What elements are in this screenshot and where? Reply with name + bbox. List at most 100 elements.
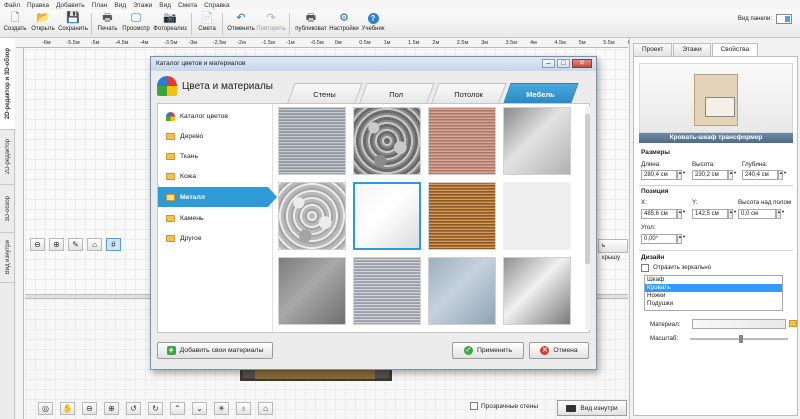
category-fabric[interactable]: Ткань bbox=[158, 146, 273, 166]
tab-floors[interactable]: Этажи bbox=[673, 43, 711, 56]
angle-spinner[interactable]: ▲▼ bbox=[677, 234, 686, 244]
rotate-left-icon[interactable]: ↺ bbox=[126, 402, 141, 415]
material-tile-polished-steel[interactable] bbox=[503, 107, 571, 175]
part-item-selected[interactable]: Кровать bbox=[645, 284, 782, 292]
depth-field[interactable]: 240,4 см bbox=[742, 170, 778, 180]
inside-view-button[interactable]: Вид изнутри bbox=[557, 400, 627, 416]
category-stone[interactable]: Камень bbox=[158, 208, 273, 228]
mirror-checkbox[interactable] bbox=[641, 264, 649, 272]
add-materials-button[interactable]: + Добавить свои материалы bbox=[157, 342, 273, 359]
y-field[interactable]: 142,5 см bbox=[692, 209, 728, 219]
transparent-walls-option[interactable]: Прозрачные стены bbox=[470, 402, 538, 410]
undo-button[interactable]: ↶ Отменить bbox=[226, 10, 256, 37]
estimate-button[interactable]: 📄 Смета bbox=[195, 10, 219, 37]
menu-add[interactable]: Добавить bbox=[56, 2, 85, 9]
help-button[interactable]: ? Учебник bbox=[359, 10, 387, 37]
material-swatch[interactable] bbox=[692, 319, 786, 329]
menu-floors[interactable]: Этажи bbox=[133, 2, 152, 9]
tab-project[interactable]: Проект bbox=[633, 43, 673, 56]
part-list[interactable]: Шкаф Кровать Ножки Подушки bbox=[644, 275, 783, 311]
material-tile-hammered-metal[interactable] bbox=[353, 107, 421, 175]
lamp-icon[interactable]: ♁ bbox=[236, 402, 251, 415]
tilt-up-icon[interactable]: ⌃ bbox=[170, 402, 185, 415]
tab-properties[interactable]: Свойства bbox=[711, 43, 759, 57]
floor-height-spinner[interactable]: ▲▼ bbox=[776, 209, 785, 219]
light-bulb-icon[interactable]: ☀ bbox=[214, 402, 229, 415]
preview-button[interactable]: 🖵 Просмотр bbox=[120, 10, 152, 37]
grid-toggle-button[interactable]: # bbox=[106, 238, 121, 251]
length-field[interactable]: 280,4 см bbox=[641, 170, 677, 180]
material-tile-bronze[interactable] bbox=[428, 182, 496, 250]
menu-view[interactable]: Вид bbox=[114, 2, 126, 9]
zoom-out-3d-button[interactable]: ⊖ bbox=[82, 402, 97, 415]
material-tile-blue-steel[interactable] bbox=[428, 257, 496, 325]
category-leather[interactable]: Кожа bbox=[158, 166, 273, 186]
category-wood[interactable]: Дерево bbox=[158, 126, 273, 146]
ruler-tool-button[interactable]: ✎ bbox=[68, 238, 83, 251]
close-button[interactable]: ✕ bbox=[572, 59, 592, 68]
publish-button[interactable]: 🖶 публиковат bbox=[293, 10, 329, 37]
tab-2d-editor[interactable]: 2D-редактор bbox=[0, 130, 15, 185]
part-item[interactable]: Ножки bbox=[645, 292, 782, 300]
category-color-catalog[interactable]: Каталог цветов bbox=[158, 106, 273, 126]
print-button[interactable]: 🖶 Печать bbox=[95, 10, 120, 37]
tiles-scrollbar[interactable] bbox=[585, 106, 590, 330]
open-button[interactable]: 📂 Открыть bbox=[28, 10, 58, 37]
menu-file[interactable]: Файл bbox=[4, 2, 20, 9]
material-tile-mirror-steel[interactable] bbox=[503, 257, 571, 325]
material-tile-satin-silver[interactable] bbox=[353, 257, 421, 325]
category-metal[interactable]: Металл bbox=[158, 187, 277, 207]
scale-slider-thumb[interactable] bbox=[739, 335, 743, 343]
tab-2d-3d[interactable]: 2D-редактор и 3D-обзор bbox=[0, 38, 15, 130]
hand-icon[interactable]: ✋ bbox=[60, 402, 75, 415]
roof-button[interactable]: ь крышу bbox=[598, 239, 628, 261]
menu-view-2[interactable]: Вид bbox=[159, 2, 171, 9]
cancel-button[interactable]: ✕ Отмена bbox=[529, 342, 589, 359]
create-button[interactable]: 🗋 Создать bbox=[2, 10, 28, 37]
category-other[interactable]: Другое bbox=[158, 228, 273, 248]
tab-ceiling[interactable]: Потолок bbox=[431, 83, 507, 103]
zoom-in-button[interactable]: ⊕ bbox=[49, 238, 64, 251]
save-button[interactable]: 💾 Сохранить bbox=[58, 10, 88, 37]
home-3d-button[interactable]: ⌂ bbox=[258, 402, 273, 415]
material-tile-chrome[interactable] bbox=[353, 182, 421, 250]
menu-plan[interactable]: План bbox=[92, 2, 108, 9]
material-tile-copper[interactable] bbox=[428, 107, 496, 175]
rotate-right-icon[interactable]: ↻ bbox=[148, 402, 163, 415]
length-spinner[interactable]: ▲▼ bbox=[677, 170, 686, 180]
menu-help[interactable]: Справка bbox=[204, 2, 230, 9]
view-panel-selector[interactable]: Вид панели: bbox=[738, 14, 792, 24]
tab-3d-view[interactable]: 3D-обзор bbox=[0, 185, 15, 233]
material-tile-dark-steel[interactable] bbox=[278, 257, 346, 325]
transparent-walls-checkbox[interactable] bbox=[470, 402, 478, 410]
minimize-button[interactable]: – bbox=[542, 59, 555, 68]
settings-button[interactable]: ⚙ Настройки bbox=[329, 10, 359, 37]
angle-field[interactable]: 0,00° bbox=[641, 234, 677, 244]
browse-folder-icon[interactable] bbox=[789, 320, 797, 327]
height-spinner[interactable]: ▲▼ bbox=[728, 170, 737, 180]
part-item[interactable]: Подушки bbox=[645, 300, 782, 308]
tab-floor[interactable]: Пол bbox=[359, 83, 435, 103]
tab-furniture[interactable]: Мебель bbox=[503, 83, 579, 103]
redo-button[interactable]: ↷ Повторить bbox=[256, 10, 286, 37]
orbit-icon[interactable]: ◎ bbox=[38, 402, 53, 415]
menu-edit[interactable]: Правка bbox=[27, 2, 49, 9]
tab-walls[interactable]: Стены bbox=[287, 83, 363, 103]
x-field[interactable]: 485,6 см bbox=[641, 209, 677, 219]
maximize-button[interactable]: □ bbox=[557, 59, 570, 68]
dialog-title-bar[interactable]: Каталог цветов и материалов – □ ✕ bbox=[151, 57, 596, 71]
y-spinner[interactable]: ▲▼ bbox=[728, 209, 737, 219]
home-button[interactable]: ⌂ bbox=[87, 238, 102, 251]
zoom-out-button[interactable]: ⊖ bbox=[30, 238, 45, 251]
zoom-in-3d-button[interactable]: ⊕ bbox=[104, 402, 119, 415]
material-tile-embossed-silver[interactable] bbox=[278, 182, 346, 250]
menu-estimate[interactable]: Смета bbox=[178, 2, 197, 9]
height-field[interactable]: 230,2 см bbox=[692, 170, 728, 180]
floor-height-field[interactable]: 0,0 см bbox=[738, 209, 776, 219]
part-item[interactable]: Шкаф bbox=[645, 276, 782, 284]
material-tile-brushed-steel[interactable] bbox=[278, 107, 346, 175]
depth-spinner[interactable]: ▲▼ bbox=[778, 170, 787, 180]
apply-button[interactable]: ✓ Применить bbox=[452, 342, 524, 359]
tab-inside-view[interactable]: Вид изнутри bbox=[0, 233, 15, 283]
scrollbar-thumb[interactable] bbox=[585, 114, 590, 264]
